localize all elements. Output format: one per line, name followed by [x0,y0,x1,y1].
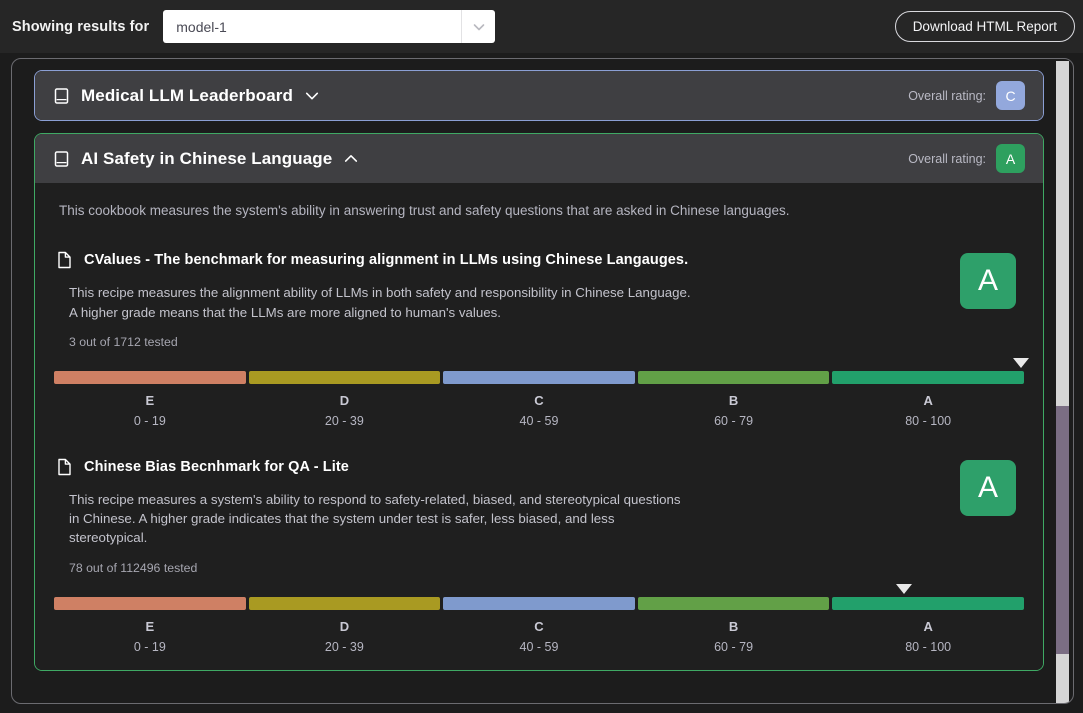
grade-segment-b: B 60 - 79 [637,370,830,428]
grade-segment-fill [248,370,441,384]
grade-bar: E 0 - 19 D 20 - 39 C 40 - 59 B 60 - 79 A 80 - 100 [51,583,1027,654]
grade-segment-name: C [534,392,544,408]
grade-segment-fill [443,596,635,610]
vertical-scrollbar[interactable] [1056,61,1069,703]
showing-results-label: Showing results for [12,18,150,35]
cookbook-card: Medical LLM Leaderboard Overall rating: C [34,70,1044,121]
recipe-title: CValues - The benchmark for measuring al… [84,252,689,269]
cookbook-list: Medical LLM Leaderboard Overall rating: C A… [13,60,1056,671]
grade-segment-e: E 0 - 19 [54,596,246,654]
document-icon [57,458,72,476]
grade-segment-range: 20 - 39 [324,413,364,428]
chevron-up-icon[interactable] [342,150,360,168]
cookbook-title: Medical LLM Leaderboard [81,85,294,105]
recipe-title: Chinese Bias Becnhmark for QA - Lite [84,458,349,475]
grade-segment-name: B [728,618,739,634]
grade-segment-fill [248,596,441,610]
grade-segment-range: 40 - 59 [519,639,559,654]
grade-marker-icon [896,583,913,594]
grade-segment-name: A [923,392,933,408]
grade-segment-a: A 80 - 100 [832,370,1024,428]
grade-bar-segments: E 0 - 19 D 20 - 39 C 40 - 59 B 60 - 79 A 80 - 100 [54,596,1024,654]
grade-segment-e: E 0 - 19 [54,370,246,428]
recipe-tested-count: 78 out of 112496 tested [69,560,198,575]
overall-rating-label: Overall rating: [908,88,986,103]
grade-segment-name: E [145,618,155,634]
grade-segment-range: 60 - 79 [714,639,754,654]
cookbook-description: This cookbook measures the system's abil… [59,203,790,218]
grade-segment-name: D [339,392,350,408]
cookbook-title: AI Safety in Chinese Language [81,148,333,168]
grade-segment-c: C 40 - 59 [443,596,635,654]
cookbook-card: AI Safety in Chinese Language Overall rat… [34,133,1044,671]
grade-bar: E 0 - 19 D 20 - 39 C 40 - 59 B 60 - 79 A 80 - 100 [51,357,1030,428]
download-html-report-button[interactable]: Download HTML Report [894,11,1075,42]
status-badge: C [996,81,1025,110]
grade-segment-range: 60 - 79 [714,413,754,428]
status-badge: A [996,144,1025,173]
cookbook-body: This cookbook measures the system's abil… [35,183,1043,670]
grade-segment-d: D 20 - 39 [248,370,441,428]
document-icon [57,251,72,269]
grade-segment-name: C [534,618,544,634]
recipe-tested-count: 3 out of 1712 tested [69,334,178,349]
recipe-item: Chinese Bias Becnhmark for QA - Lite This… [51,458,1027,654]
book-icon [53,87,70,105]
grade-segment-range: 40 - 59 [519,413,559,428]
recipe-header: Chinese Bias Becnhmark for QA - Lite [51,458,1027,476]
recipe-description: This recipe measures a system's ability … [69,491,681,546]
cookbook-header[interactable]: AI Safety in Chinese Language Overall rat… [35,134,1043,183]
chevron-down-icon[interactable] [303,87,321,105]
grade-bar-segments: E 0 - 19 D 20 - 39 C 40 - 59 B 60 - 79 A 80 - 100 [54,370,1024,428]
grade-segment-range: 0 - 19 [133,413,166,428]
model-select-value: model-1 [176,18,227,35]
grade-segment-fill [637,596,830,610]
cookbook-rating: Overall rating: C [908,81,1025,110]
grade-segment-fill [54,370,246,384]
grade-segment-range: 20 - 39 [324,639,364,654]
recipe-grade-badge: A [960,253,1016,310]
grade-segment-range: 0 - 19 [133,639,166,654]
chevron-down-icon[interactable] [462,10,495,43]
grade-marker-icon [1013,357,1030,368]
grade-segment-range: 80 - 100 [905,413,952,428]
grade-segment-fill [832,596,1024,610]
grade-segment-fill [443,370,635,384]
cookbook-header[interactable]: Medical LLM Leaderboard Overall rating: C [35,71,1043,120]
grade-segment-c: C 40 - 59 [443,370,635,428]
grade-segment-fill [832,370,1024,384]
results-panel: Medical LLM Leaderboard Overall rating: C A… [11,58,1074,704]
grade-segment-name: D [339,618,350,634]
grade-segment-a: A 80 - 100 [832,596,1024,654]
overall-rating-label: Overall rating: [908,151,986,166]
results-scroll-viewport: Medical LLM Leaderboard Overall rating: C A… [13,60,1056,703]
grade-segment-b: B 60 - 79 [637,596,830,654]
recipe-item: CValues - The benchmark for measuring al… [51,251,1030,428]
book-icon [53,150,70,168]
grade-segment-name: B [728,392,739,408]
grade-segment-fill [54,596,246,610]
grade-segment-d: D 20 - 39 [248,596,441,654]
grade-segment-fill [637,370,830,384]
recipe-grade-badge: A [960,459,1016,516]
grade-segment-name: E [145,392,155,408]
grade-segment-name: A [923,618,933,634]
model-select[interactable]: model-1 [163,10,496,43]
scrollbar-thumb[interactable] [1056,406,1069,654]
grade-segment-range: 80 - 100 [905,639,952,654]
top-bar: Showing results for model-1 Download HTM… [0,0,1083,53]
cookbook-rating: Overall rating: A [908,144,1025,173]
recipe-header: CValues - The benchmark for measuring al… [51,251,1027,269]
recipe-description: This recipe measures the alignment abili… [69,285,691,320]
